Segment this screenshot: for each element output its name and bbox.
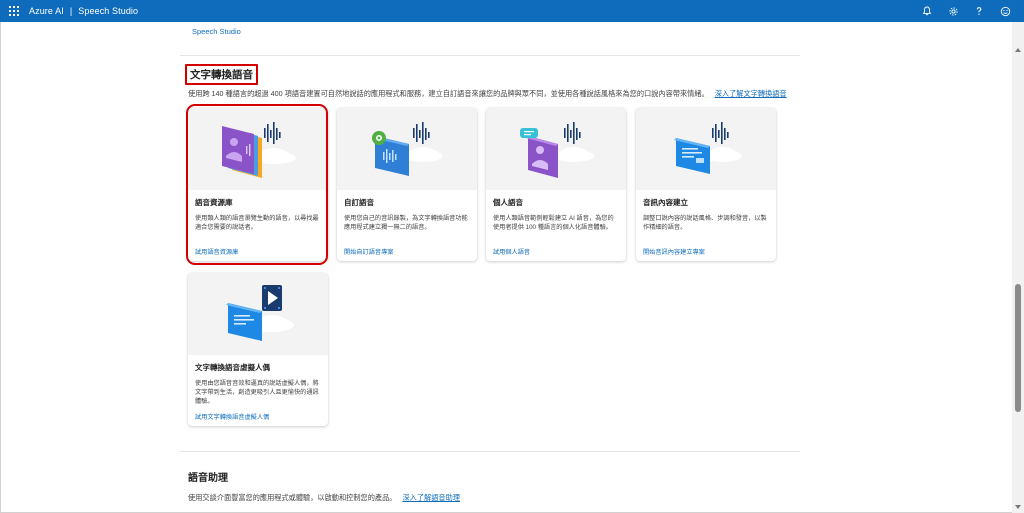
- bell-icon[interactable]: [914, 0, 940, 22]
- divider: [180, 55, 800, 56]
- section-title: 文字轉換語音: [185, 64, 258, 85]
- scrollbar-thumb[interactable]: [1015, 284, 1021, 412]
- start-audio-content-link[interactable]: 開始音訊內容建立專案: [643, 247, 705, 256]
- personal-voice-icon: [520, 122, 594, 178]
- section-description: 使用跨 140 種語言的超過 400 項語音建置可自然地說話的應用程式和服務，建…: [188, 89, 787, 99]
- top-bar: Azure AI | Speech Studio: [0, 0, 1024, 22]
- card-art: [337, 108, 477, 190]
- try-personal-voice-link[interactable]: 試用個人語音: [493, 247, 530, 256]
- title-separator: |: [69, 6, 73, 16]
- avatar-icon: [226, 285, 294, 341]
- card-tts-avatar[interactable]: 文字轉換語音虛擬人偶 使用由您語音音效和逼真的說話虛擬人偶，將文字帶到生活，創造…: [188, 273, 328, 426]
- card-title: 文字轉換語音虛擬人偶: [195, 363, 270, 372]
- card-art: [486, 108, 626, 190]
- card-title: 個人語音: [493, 198, 523, 207]
- voice-assistant-title: 語音助理: [188, 473, 228, 484]
- app-launcher-icon[interactable]: [9, 6, 19, 16]
- learn-more-voice-assistant-link[interactable]: 深入了解語音助理: [402, 493, 460, 502]
- help-icon[interactable]: [966, 0, 992, 22]
- card-title: 自訂語音: [344, 198, 374, 207]
- product-name: Azure AI: [29, 6, 64, 16]
- smiley-icon[interactable]: [992, 0, 1018, 22]
- card-personal-voice[interactable]: 個人語音 使用人類語音範例輕鬆建立 AI 語音，為您的使用者提供 100 種語言…: [486, 108, 626, 261]
- product-title[interactable]: Azure AI | Speech Studio: [29, 6, 138, 16]
- vertical-scrollbar[interactable]: [1012, 22, 1024, 513]
- scroll-up-icon[interactable]: [1015, 48, 1021, 52]
- start-custom-voice-link[interactable]: 開始自訂語音專案: [344, 247, 394, 256]
- voice-assistant-description: 使用交談介面豐富您的應用程式或體驗，以啟動和控制您的產品。 深入了解語音助理: [188, 493, 460, 503]
- app-name: Speech Studio: [78, 6, 139, 16]
- card-description: 使用您自己的音訊錄製，為文字轉換語音功能應用程式建立獨一無二的語音。: [344, 215, 468, 231]
- highlight-box: [186, 104, 328, 265]
- custom-voice-icon: [372, 122, 443, 176]
- card-art: [188, 273, 328, 355]
- speech-studio-link[interactable]: Speech Studio: [192, 27, 241, 36]
- card-description: 調整口說內容的說話風格、步調和發音，以製作精細的語音。: [643, 215, 767, 231]
- card-custom-voice[interactable]: 自訂語音 使用您自己的音訊錄製，為文字轉換語音功能應用程式建立獨一無二的語音。 …: [337, 108, 477, 261]
- scroll-down-icon[interactable]: [1015, 505, 1021, 509]
- card-title: 音訊內容建立: [643, 198, 688, 207]
- voice-assistant-description-text: 使用交談介面豐富您的應用程式或體驗，以啟動和控制您的產品。: [188, 493, 397, 502]
- card-description: 使用由您語音音效和逼真的說話虛擬人偶，將文字帶到生活，創造更吸引人且更愉快的通訊…: [195, 380, 319, 405]
- section-description-text: 使用跨 140 種語言的超過 400 項語音建置可自然地說話的應用程式和服務，建…: [188, 89, 709, 98]
- card-art: [636, 108, 776, 190]
- learn-more-tts-link[interactable]: 深入了解文字轉換語音: [715, 89, 787, 98]
- gear-icon[interactable]: [940, 0, 966, 22]
- card-description: 使用人類語音範例輕鬆建立 AI 語音，為您的使用者提供 100 種語言的個人化語…: [493, 215, 614, 231]
- divider: [180, 451, 800, 452]
- try-tts-avatar-link[interactable]: 試用文字轉換語音虛擬人偶: [195, 412, 269, 421]
- card-audio-content-creation[interactable]: 音訊內容建立 調整口說內容的說話風格、步調和發音，以製作精細的語音。 開始音訊內…: [636, 108, 776, 261]
- audio-content-icon: [674, 122, 742, 174]
